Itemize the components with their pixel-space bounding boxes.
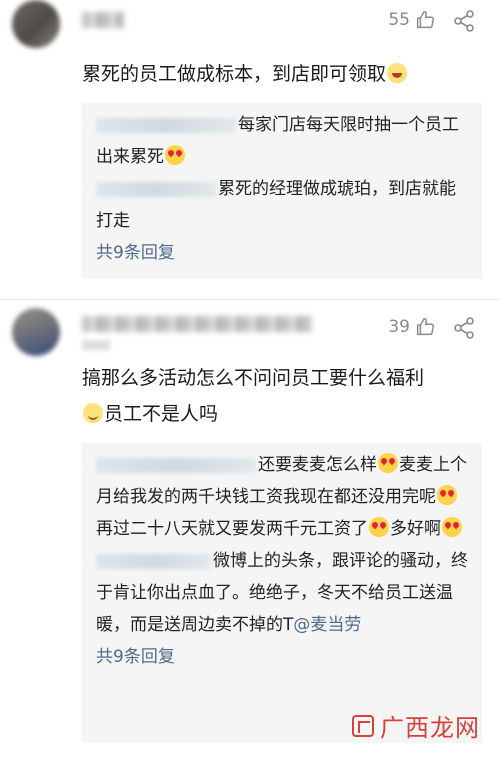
reply-username-blurred[interactable] <box>96 457 256 473</box>
share-icon[interactable] <box>452 316 476 340</box>
reply-username-blurred[interactable] <box>96 553 211 569</box>
username-sub-blurred <box>82 340 110 350</box>
heart-eyes-emoji <box>442 517 462 537</box>
share-icon[interactable] <box>452 9 476 33</box>
heart-eyes-emoji <box>378 453 398 473</box>
more-replies-link[interactable]: 共9条回复 <box>96 239 468 267</box>
more-replies-link[interactable]: 共9条回复 <box>96 643 468 671</box>
watermark: 广西龙网 <box>352 708 480 743</box>
heart-eyes-emoji <box>165 145 185 165</box>
avatar[interactable] <box>12 0 60 48</box>
reply-username-blurred[interactable] <box>96 181 216 197</box>
reply-item[interactable]: 还要麦麦怎么样 麦麦上个月给我发的两千块钱工资我现在都还没用完呢再过二十八天就又要… <box>96 449 468 545</box>
reply-item[interactable]: 微博上的头条，跟评论的骚动，终于肯让你出点血了。绝绝子，冬天不给员工送温暖，而是… <box>96 545 468 641</box>
heart-eyes-emoji <box>437 485 457 505</box>
reply-list: 还要麦麦怎么样 麦麦上个月给我发的两千块钱工资我现在都还没用完呢再过二十八天就又要… <box>82 443 482 743</box>
comment-text: 搞那么多活动怎么不问问员工要什么福利 员工不是人吗 <box>82 367 425 425</box>
divider <box>0 299 500 300</box>
like-button[interactable]: 39 <box>388 316 436 338</box>
reply-item[interactable]: 累死的经理做成琥珀，到店就能打走 <box>96 173 468 237</box>
watermark-logo-icon <box>352 714 374 737</box>
heart-eyes-emoji <box>369 517 389 537</box>
reply-list: 每家门店每天限时抽一个员工出来累死 累死的经理做成琥珀，到店就能打走 共9条回复 <box>82 103 482 279</box>
username-blurred[interactable] <box>82 316 312 332</box>
like-button[interactable]: 55 <box>388 9 436 31</box>
reply-item[interactable]: 每家门店每天限时抽一个员工出来累死 <box>96 109 468 173</box>
mention-link[interactable]: @麦当劳 <box>293 615 361 635</box>
comment-text: 累死的员工做成标本，到店即可领取 <box>82 56 482 92</box>
laughing-emoji <box>387 63 408 83</box>
thumbs-up-icon <box>416 318 434 336</box>
like-count: 39 <box>388 317 410 337</box>
thumbs-up-icon <box>416 11 434 29</box>
like-count: 55 <box>388 10 410 30</box>
smile-emoji <box>83 403 103 423</box>
avatar[interactable] <box>12 308 60 356</box>
username-blurred[interactable] <box>82 12 124 28</box>
reply-username-blurred[interactable] <box>96 117 236 133</box>
